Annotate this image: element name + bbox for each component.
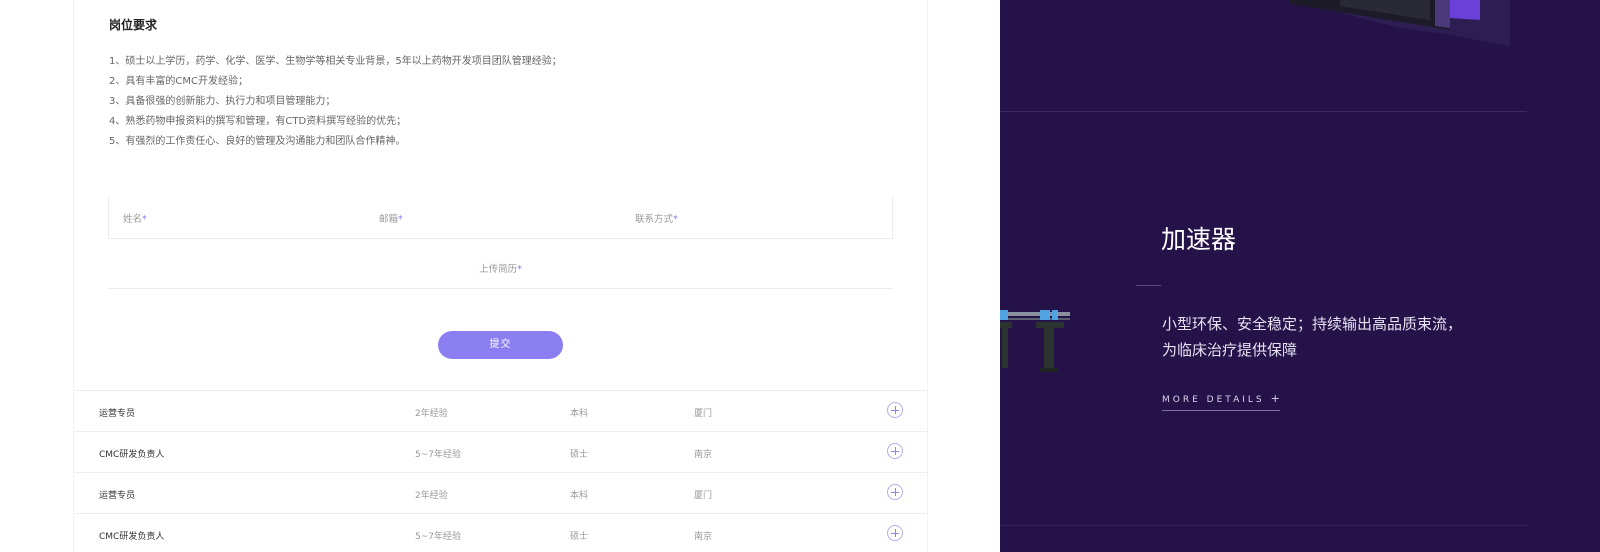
requirement-item: 1、硕士以上学历，药学、化学、医学、生物学等相关专业背景，5年以上药物开发项目团… [109,56,562,67]
job-title: CMC研发负责人 [99,450,165,460]
required-mark: * [398,214,403,225]
upload-resume-label: 上传简历 [479,264,518,275]
more-details-link[interactable]: MORE DETAILS + [1162,392,1280,411]
job-row[interactable]: 运营专员 2年经验 本科 厦门 [74,472,927,514]
expand-plus-icon[interactable] [887,443,903,459]
application-form-row: 姓名* 邮箱* 联系方式* [108,196,893,239]
job-title: 运营专员 [99,491,136,501]
email-field-label: 邮箱 [379,214,399,225]
description-line: 为临床治疗提供保障 [1162,341,1298,359]
job-education: 硕士 [570,450,589,460]
expand-plus-icon[interactable] [887,525,903,541]
submit-button[interactable]: 提交 [438,331,563,359]
requirement-item: 5、有强烈的工作责任心、良好的管理及沟通能力和团队合作精神。 [109,136,406,147]
contact-field[interactable]: 联系方式* [635,211,678,225]
job-title: CMC研发负责人 [99,532,165,542]
requirement-item: 2、具有丰富的CMC开发经验； [109,76,248,87]
requirements-title: 岗位要求 [109,18,158,32]
plus-icon: + [1270,392,1280,405]
job-city: 厦门 [694,491,713,501]
job-city: 南京 [694,450,713,460]
required-mark: * [142,214,147,225]
product-panel: 加速器 小型环保、安全稳定；持续输出高品质束流， 为临床治疗提供保障 MORE … [1000,0,1600,552]
title-dash [1136,285,1161,286]
name-field-label: 姓名 [123,214,143,225]
email-field[interactable]: 邮箱* [379,211,403,225]
job-education: 本科 [570,409,589,419]
job-row[interactable]: 运营专员 2年经验 本科 厦门 [74,390,927,432]
job-row[interactable]: CMC研发负责人 5~7年经验 硕士 南京 [74,513,927,552]
required-mark: * [517,264,522,275]
accelerator-beamline-image [1000,310,1070,372]
contact-field-label: 联系方式 [635,214,674,225]
name-field[interactable]: 姓名* [123,211,147,225]
upload-underline [108,288,893,289]
product-title: 加速器 [1161,225,1237,254]
requirements-list: 1、硕士以上学历，药学、化学、医学、生物学等相关专业背景，5年以上药物开发项目团… [109,52,562,152]
job-experience: 5~7年经验 [415,450,461,460]
description-line: 小型环保、安全稳定；持续输出高品质束流， [1162,315,1463,333]
page: 岗位要求 1、硕士以上学历，药学、化学、医学、生物学等相关专业背景，5年以上药物… [0,0,1600,552]
job-education: 本科 [570,491,589,501]
requirement-item: 3、具备很强的创新能力、执行力和项目管理能力； [109,96,336,107]
product-description: 小型环保、安全稳定；持续输出高品质束流， 为临床治疗提供保障 [1162,311,1522,363]
job-detail-card: 岗位要求 1、硕士以上学历，药学、化学、医学、生物学等相关专业背景，5年以上药物… [73,0,928,552]
requirement-item: 4、熟悉药物申报资料的撰写和管理，有CTD资料撰写经验的优先； [109,116,407,127]
job-city: 厦门 [694,409,713,419]
job-experience: 2年经验 [415,409,448,419]
upload-resume-field[interactable]: 上传简历* [74,261,927,275]
expand-plus-icon[interactable] [887,484,903,500]
job-experience: 5~7年经验 [415,532,461,542]
divider [1000,111,1527,112]
job-city: 南京 [694,532,713,542]
divider [1000,525,1527,526]
accelerator-machine-image [1290,0,1510,46]
expand-plus-icon[interactable] [887,402,903,418]
job-row[interactable]: CMC研发负责人 5~7年经验 硕士 南京 [74,431,927,473]
required-mark: * [673,214,678,225]
job-title: 运营专员 [99,409,136,419]
more-details-label: MORE DETAILS [1162,395,1265,405]
job-education: 硕士 [570,532,589,542]
job-experience: 2年经验 [415,491,448,501]
